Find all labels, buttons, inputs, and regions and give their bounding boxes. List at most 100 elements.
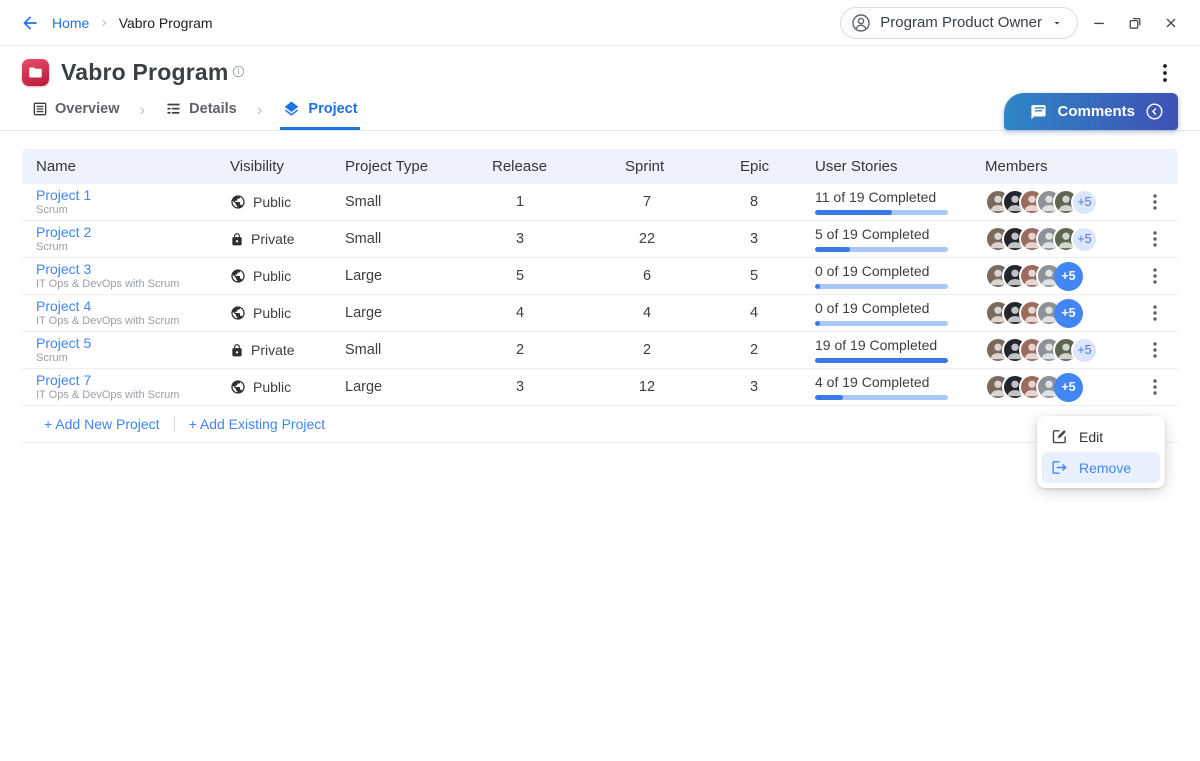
table-row: Project 1ScrumPublicSmall17811 of 19 Com… bbox=[22, 184, 1178, 221]
tab-label: Overview bbox=[55, 101, 120, 117]
release-cell: 5 bbox=[492, 268, 625, 284]
breadcrumb-current: Vabro Program bbox=[119, 15, 213, 31]
visibility-cell: Public bbox=[230, 305, 345, 321]
project-subtitle: Scrum bbox=[36, 241, 230, 254]
remove-icon bbox=[1051, 459, 1068, 476]
project-link[interactable]: Project 5 bbox=[36, 335, 230, 351]
project-name-cell: Project 4IT Ops & DevOps with Scrum bbox=[36, 298, 230, 328]
visibility-label: Public bbox=[253, 379, 291, 395]
public-globe-icon bbox=[230, 194, 246, 210]
table-body: Project 1ScrumPublicSmall17811 of 19 Com… bbox=[22, 184, 1178, 406]
role-selector-dropdown[interactable]: Program Product Owner bbox=[840, 7, 1078, 39]
project-name-cell: Project 2Scrum bbox=[36, 224, 230, 254]
public-globe-icon bbox=[230, 379, 246, 395]
context-menu-item-label: Remove bbox=[1079, 460, 1131, 476]
close-button[interactable] bbox=[1156, 8, 1186, 38]
epic-value: 4 bbox=[740, 305, 768, 321]
members-cell: +5 bbox=[985, 262, 1142, 291]
more-members-badge[interactable]: +5 bbox=[1071, 337, 1098, 364]
row-kebab-menu-icon[interactable] bbox=[1142, 337, 1168, 363]
row-kebab-menu-icon[interactable] bbox=[1142, 300, 1168, 326]
more-members-badge[interactable]: +5 bbox=[1054, 262, 1083, 291]
progress-bar-fill bbox=[815, 210, 892, 215]
row-kebab-menu-icon[interactable] bbox=[1142, 226, 1168, 252]
row-kebab-menu-icon[interactable] bbox=[1142, 374, 1168, 400]
stories-progress-label: 0 of 19 Completed bbox=[815, 263, 985, 279]
sprint-value: 7 bbox=[625, 194, 669, 210]
project-link[interactable]: Project 3 bbox=[36, 261, 230, 277]
breadcrumb-home-link[interactable]: Home bbox=[52, 15, 89, 31]
tab-overview[interactable]: Overview bbox=[30, 90, 122, 130]
visibility-label: Private bbox=[251, 342, 295, 358]
epic-value: 3 bbox=[740, 379, 768, 395]
chevron-right-icon: › bbox=[140, 100, 146, 120]
column-header: Name bbox=[36, 158, 230, 175]
page-kebab-menu-icon[interactable] bbox=[1152, 60, 1178, 86]
project-type-cell: Small bbox=[345, 231, 492, 247]
release-value: 2 bbox=[492, 342, 548, 358]
column-header: Visibility bbox=[230, 158, 345, 175]
more-members-badge[interactable]: +5 bbox=[1054, 373, 1083, 402]
edit-icon bbox=[1051, 428, 1068, 445]
project-link[interactable]: Project 2 bbox=[36, 224, 230, 240]
release-value: 5 bbox=[492, 268, 548, 284]
tab-project[interactable]: Project bbox=[280, 90, 359, 130]
visibility-label: Public bbox=[253, 305, 291, 321]
sprint-cell: 4 bbox=[625, 305, 740, 321]
top-bar: Home › Vabro Program Program Product Own… bbox=[0, 0, 1200, 46]
more-members-badge[interactable]: +5 bbox=[1071, 189, 1098, 216]
progress-bar-track bbox=[815, 395, 948, 400]
add-new-project-link[interactable]: + Add New Project bbox=[44, 416, 160, 432]
private-lock-icon bbox=[230, 343, 244, 358]
project-type-cell: Small bbox=[345, 342, 492, 358]
restore-button[interactable] bbox=[1120, 8, 1150, 38]
back-arrow-icon[interactable] bbox=[16, 9, 44, 37]
context-menu-item-remove[interactable]: Remove bbox=[1042, 452, 1160, 483]
sprint-cell: 22 bbox=[625, 231, 740, 247]
tab-details[interactable]: Details bbox=[163, 90, 239, 130]
user-stories-cell: 5 of 19 Completed bbox=[815, 226, 985, 252]
visibility-label: Public bbox=[253, 194, 291, 210]
overview-icon bbox=[32, 101, 48, 117]
progress-bar-track bbox=[815, 284, 948, 289]
user-stories-cell: 19 of 19 Completed bbox=[815, 337, 985, 363]
collapse-chevron-left-icon bbox=[1145, 102, 1164, 121]
epic-cell: 2 bbox=[740, 342, 815, 358]
stories-progress-label: 5 of 19 Completed bbox=[815, 226, 985, 242]
sprint-cell: 7 bbox=[625, 194, 740, 210]
sprint-value: 22 bbox=[625, 231, 669, 247]
minimize-button[interactable] bbox=[1084, 8, 1114, 38]
column-header: Sprint bbox=[625, 158, 740, 175]
user-stories-cell: 0 of 19 Completed bbox=[815, 263, 985, 289]
table-row: Project 3IT Ops & DevOps with ScrumPubli… bbox=[22, 258, 1178, 295]
project-subtitle: IT Ops & DevOps with Scrum bbox=[36, 315, 230, 328]
project-link[interactable]: Project 7 bbox=[36, 372, 230, 388]
epic-value: 2 bbox=[740, 342, 768, 358]
row-kebab-menu-icon[interactable] bbox=[1142, 263, 1168, 289]
info-icon[interactable] bbox=[232, 65, 245, 78]
add-existing-project-link[interactable]: + Add Existing Project bbox=[189, 416, 326, 432]
comments-button[interactable]: Comments bbox=[1004, 93, 1178, 130]
sprint-cell: 12 bbox=[625, 379, 740, 395]
program-folder-icon bbox=[22, 59, 49, 86]
row-kebab-menu-icon[interactable] bbox=[1142, 189, 1168, 215]
details-icon bbox=[165, 101, 182, 117]
caret-down-icon bbox=[1051, 17, 1063, 29]
chevron-right-icon: › bbox=[257, 100, 263, 120]
column-header: Project Type bbox=[345, 158, 492, 175]
stories-progress-label: 4 of 19 Completed bbox=[815, 374, 985, 390]
page-title: Vabro Program bbox=[61, 59, 229, 86]
project-subtitle: IT Ops & DevOps with Scrum bbox=[36, 389, 230, 402]
sprint-cell: 2 bbox=[625, 342, 740, 358]
visibility-cell: Public bbox=[230, 194, 345, 210]
more-members-badge[interactable]: +5 bbox=[1054, 299, 1083, 328]
context-menu-item-edit[interactable]: Edit bbox=[1042, 421, 1160, 452]
project-link[interactable]: Project 4 bbox=[36, 298, 230, 314]
more-members-badge[interactable]: +5 bbox=[1071, 226, 1098, 253]
sprint-value: 12 bbox=[625, 379, 669, 395]
project-link[interactable]: Project 1 bbox=[36, 187, 230, 203]
progress-bar-track bbox=[815, 358, 948, 363]
release-cell: 2 bbox=[492, 342, 625, 358]
stories-progress-label: 19 of 19 Completed bbox=[815, 337, 985, 353]
progress-bar-fill bbox=[815, 321, 820, 326]
